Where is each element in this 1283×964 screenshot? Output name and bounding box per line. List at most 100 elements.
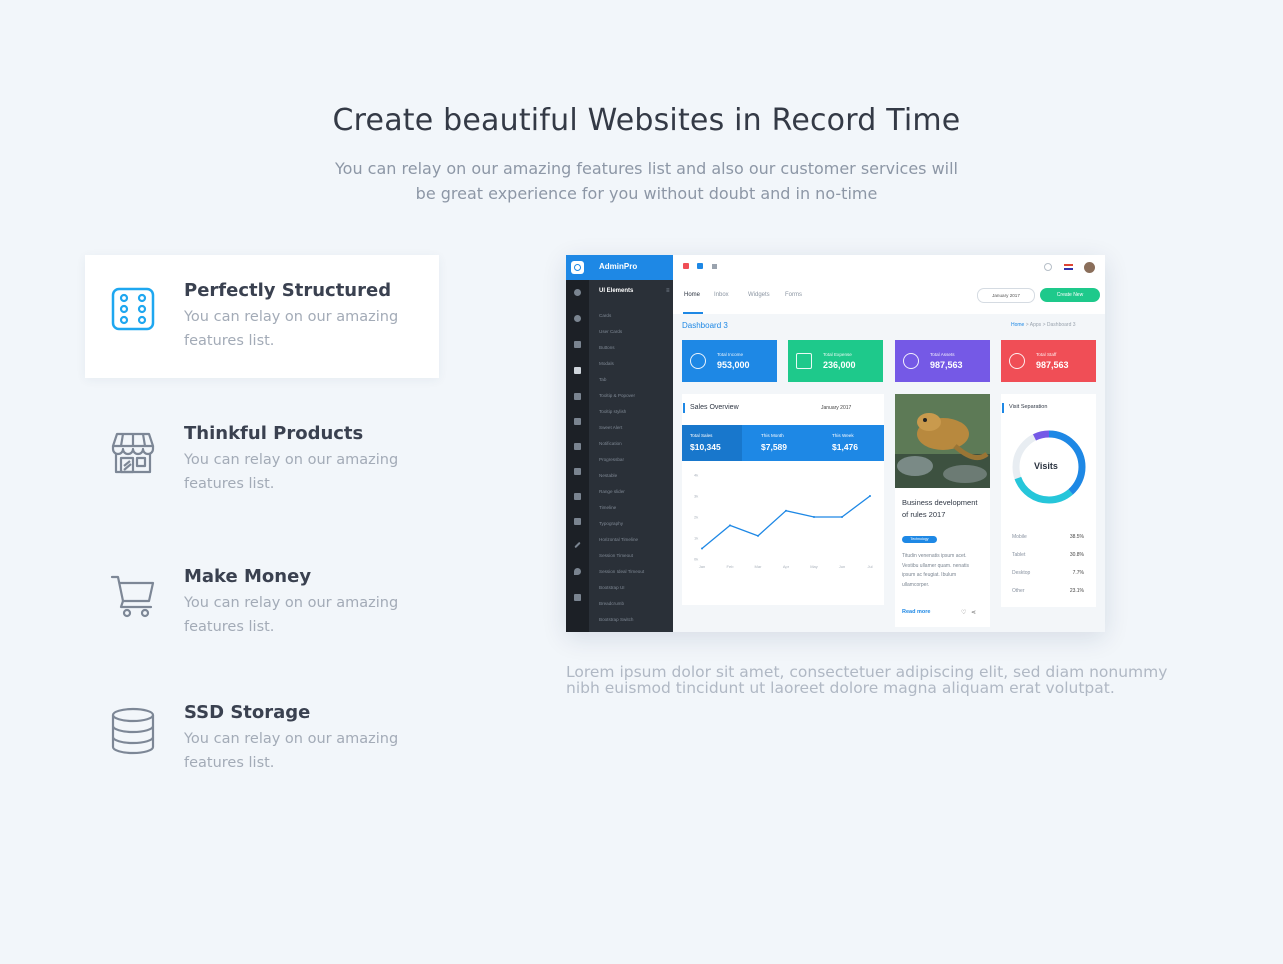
stat-card-income: Total Income 953,000 <box>682 340 777 382</box>
dashboard-brand: AdminPro <box>566 255 673 280</box>
crumb-apps: Apps <box>1029 322 1042 328</box>
visit-row-other: Other 23.1% <box>1012 588 1084 594</box>
heart-icon: ♡ <box>961 610 967 616</box>
feature-description: You can relay on our amazing features li… <box>184 309 399 349</box>
copy-icon <box>574 594 581 601</box>
x-tick-label: Feb <box>727 564 735 569</box>
share-icon: ⋖ <box>971 610 977 616</box>
crumb-current: Dashboard 3 <box>1046 322 1076 328</box>
stat-card-assets: Total Assets 987,563 <box>895 340 990 382</box>
sidebar-item: Breadcrumb <box>599 601 625 606</box>
data-point <box>701 547 703 550</box>
dashboard-screenshot: AdminPro UI Elements ≡ Cards User Cards … <box>566 255 1105 632</box>
x-tick-label: Jun <box>839 564 845 569</box>
data-point <box>841 516 843 518</box>
post-tag: Technology <box>902 536 937 543</box>
sidebar-item: Tooltip & Popover <box>599 393 636 398</box>
visit-row-mobile: Mobile 38.5% <box>1012 534 1084 540</box>
database-icon <box>111 707 155 755</box>
y-tick-label: 2k <box>694 515 698 520</box>
data-point <box>813 516 815 518</box>
total-value: $1,476 <box>832 442 858 452</box>
file-icon <box>574 393 581 400</box>
sales-line-chart: 4k 3k 2k 1k 0kJan Feb Mar Apr May Jun Jul <box>694 473 873 570</box>
sidebar-item: Notification <box>599 441 622 446</box>
sidebar-item: Tooltip stylish <box>599 409 627 414</box>
feature-card-make-money[interactable]: Make Money You can relay on our amazing … <box>85 541 439 664</box>
layers-icon <box>574 468 581 475</box>
series-line <box>701 495 871 550</box>
sidebar-item: Bootstrap UI <box>599 585 625 590</box>
active-tab-indicator <box>683 312 703 314</box>
sidebar-item: Typography <box>599 521 624 526</box>
visit-row-desktop: Desktop 7.7% <box>1012 570 1084 576</box>
feature-card-thinkful-products[interactable]: Thinkful Products You can relay on our a… <box>85 398 439 521</box>
dashboard-topbar <box>673 255 1105 281</box>
pin-icon <box>574 367 581 374</box>
sidebar-items: Cards User Cards Buttons Modals Tab Tool… <box>599 308 644 628</box>
visit-label: Mobile <box>1012 534 1027 540</box>
stat-value: 953,000 <box>717 360 750 370</box>
apps-icon <box>574 443 581 450</box>
hero-subtitle: You can relay on our amazing features li… <box>335 159 958 203</box>
x-tick-label: Jan <box>699 564 705 569</box>
data-point <box>729 524 731 527</box>
total-label: This Week <box>832 433 854 438</box>
sidebar-item: Session Ideal Timeout <box>599 569 645 574</box>
tab-forms: Forms <box>785 292 802 298</box>
total-value: $10,345 <box>690 442 721 452</box>
visit-value: 30.8% <box>1069 552 1084 558</box>
stat-value: 987,563 <box>930 360 963 370</box>
feature-card-perfectly-structured[interactable]: Perfectly Structured You can relay on ou… <box>85 255 439 378</box>
visit-value: 23.1% <box>1069 588 1084 594</box>
create-new-button: Create New <box>1040 288 1100 302</box>
sidebar-item: Bootstrap Switch <box>599 617 634 622</box>
sidebar-item: Nestable <box>599 473 618 478</box>
y-tick-label: 1k <box>694 536 698 541</box>
visit-label: Tablet <box>1012 552 1026 558</box>
sidebar-item: Range slider <box>599 489 625 494</box>
settings-icon <box>1009 353 1025 369</box>
sidebar-item: Modals <box>599 361 614 366</box>
data-point <box>869 495 871 497</box>
feature-description: You can relay on our amazing features li… <box>184 731 399 771</box>
lizard-photo <box>895 394 990 488</box>
visit-label: Desktop <box>1012 570 1031 576</box>
x-tick-label: Jul <box>867 564 872 569</box>
globe-icon <box>574 289 581 296</box>
stat-label: Total Staff <box>1036 352 1057 357</box>
stat-label: Total Assets <box>930 352 955 357</box>
post-text: Titudin venenatis ipsum acet. Vestibu ul… <box>902 553 969 588</box>
stat-label: Total Income <box>717 352 744 357</box>
sales-totals: Total Sales $10,345 This Month $7,589 Th… <box>682 425 884 461</box>
globe-icon <box>690 353 706 369</box>
dashboard-page-title: Dashboard 3 <box>682 321 728 330</box>
search-icon <box>1044 263 1052 271</box>
mail-icon <box>574 341 581 348</box>
post-title: Business development of rules 2017 <box>902 498 978 519</box>
shopping-cart-icon <box>110 575 155 618</box>
total-label: Total Sales <box>690 433 713 438</box>
feature-title: Perfectly Structured <box>184 280 392 301</box>
visit-label: Other <box>1012 588 1025 594</box>
circle-icon <box>574 315 581 322</box>
brand-name: AdminPro <box>599 262 638 271</box>
read-more-link: Read more <box>902 609 931 615</box>
sidebar-item: Timeline <box>599 505 617 510</box>
flag-icon <box>1064 264 1073 270</box>
total-value: $7,589 <box>761 442 787 452</box>
stat-value: 987,563 <box>1036 360 1069 370</box>
sidebar-menu-icon: ≡ <box>666 288 670 294</box>
sidebar-item: User Cards <box>599 329 623 334</box>
table-icon <box>574 418 581 425</box>
feature-card-ssd-storage[interactable]: SSD Storage You can relay on our amazing… <box>85 677 439 800</box>
target-icon <box>903 353 919 369</box>
window-icon <box>574 493 581 500</box>
visit-value: 7.7% <box>1072 570 1084 576</box>
feature-description: You can relay on our amazing features li… <box>184 452 399 492</box>
x-tick-label: Apr <box>783 564 790 569</box>
grid-icon <box>712 264 717 269</box>
sidebar-item: Session Timeout <box>599 553 633 558</box>
visit-separation-title: Visit Separation <box>1001 403 1048 413</box>
message-icon <box>697 263 703 269</box>
